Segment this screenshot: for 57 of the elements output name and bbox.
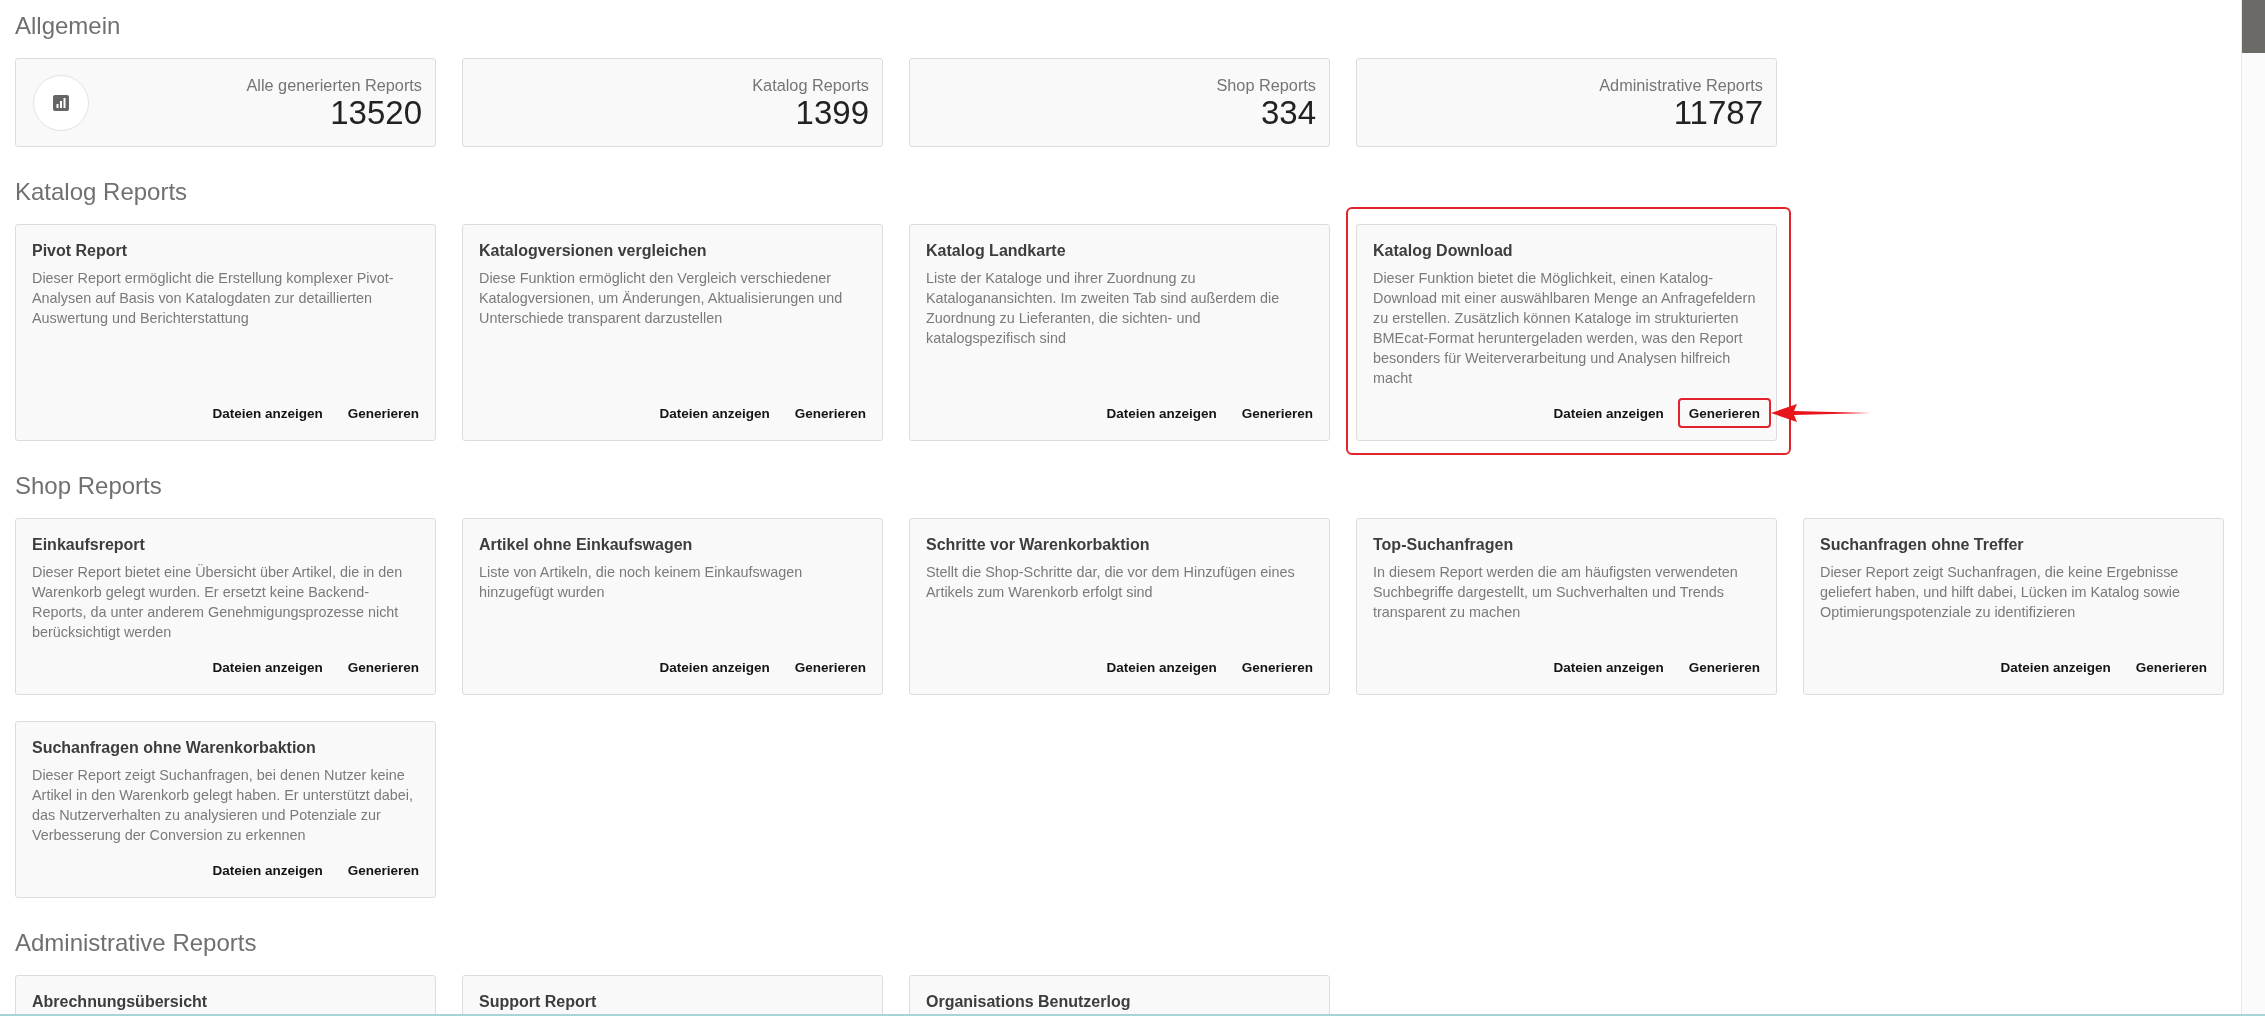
view-files-button[interactable]: Dateien anzeigen <box>1095 652 1228 682</box>
view-files-button[interactable]: Dateien anzeigen <box>201 398 334 428</box>
stat-value: 13520 <box>330 94 422 131</box>
card-description: Stellt die Shop-Schritte dar, die vor dem Hinzufügen eines Artikels zum Warenkorb erfolgt sind <box>926 563 1296 602</box>
view-files-button[interactable]: Dateien anzeigen <box>201 652 334 682</box>
view-files-button[interactable]: Dateien anzeigen <box>1542 398 1675 428</box>
card-description: Liste von Artikeln, die noch keinem Einkaufswagen hinzugefügt wurden <box>479 563 804 602</box>
stat-value: 11787 <box>1673 94 1763 131</box>
view-files-button[interactable]: Dateien anzeigen <box>1542 652 1675 682</box>
generate-button[interactable]: Generieren <box>1677 652 1771 682</box>
card-description: Liste der Kataloge und ihrer Zuordnung zu Kataloganansichten. Im zweiten Tab sind außerdem die Zuordnung zu Lieferanten, die sichten- und katalogspezifisch sind <box>926 269 1281 348</box>
scrollbar[interactable] <box>2241 0 2265 1014</box>
generate-button[interactable]: Generieren <box>1230 652 1324 682</box>
card-title: Pivot Report <box>32 242 129 260</box>
card-description: Diese Funktion ermöglicht den Vergleich verschiedener Katalogversionen, um Änderungen, Aktualisierungen und Unterschiede transparent darzustellen <box>479 269 844 328</box>
generate-button[interactable]: Generieren <box>1677 398 1771 428</box>
generate-button[interactable]: Generieren <box>336 855 430 885</box>
card-title: Suchanfragen ohne Warenkorbaktion <box>32 739 317 757</box>
view-files-button[interactable]: Dateien anzeigen <box>1989 652 2122 682</box>
card-description: Dieser Report zeigt Suchanfragen, bei denen Nutzer keine Artikel in den Warenkorb gelegt haben. Er unterstützt dabei, das Nutzerverhalten zu analysieren und Potenziale zur Verbesserung der Conversion zu erkennen <box>32 766 415 845</box>
stat-value: 1399 <box>795 94 869 131</box>
stat-label: Shop Reports <box>1216 74 1316 95</box>
stat-value: 334 <box>1260 94 1316 131</box>
card-title: Katalogversionen vergleichen <box>479 242 708 260</box>
view-files-button[interactable]: Dateien anzeigen <box>648 398 781 428</box>
card-title: Artikel ohne Einkaufswagen <box>479 536 694 554</box>
section-heading: Allgemein <box>15 11 122 41</box>
card-title: Einkaufsreport <box>32 536 146 554</box>
view-files-button[interactable]: Dateien anzeigen <box>1095 398 1228 428</box>
card-title: Suchanfragen ohne Treffer <box>1820 536 2025 554</box>
card-description: Dieser Report ermöglicht die Erstellung komplexer Pivot-Analysen auf Basis von Katalogdaten zur detaillierten Auswertung und Berichterstattung <box>32 269 395 328</box>
section-heading: Administrative Reports <box>15 928 258 958</box>
card-description: In diesem Report werden die am häufigsten verwendeten Suchbegriffe dargestellt, um Suchverhalten und Trends transparent zu machen <box>1373 563 1739 622</box>
card-title: Katalog Landkarte <box>926 242 1067 260</box>
card-title: Top-Suchanfragen <box>1373 536 1515 554</box>
section-heading: Shop Reports <box>15 471 163 501</box>
view-files-button[interactable]: Dateien anzeigen <box>648 652 781 682</box>
card-title: Organisations Benutzerlog <box>926 993 1132 1011</box>
generate-button[interactable]: Generieren <box>336 398 430 428</box>
generate-button[interactable]: Generieren <box>783 398 877 428</box>
card-title: Abrechnungsübersicht <box>32 993 209 1011</box>
generate-button[interactable]: Generieren <box>336 652 430 682</box>
generate-button[interactable]: Generieren <box>2124 652 2218 682</box>
card-description: Dieser Report bietet eine Übersicht über Artikel, die in den Warenkorb gelegt wurden. Er ersetzt keine Backend-Reports, da unter anderem Genehmigungsprozesse nicht berücksichtigt werden <box>32 563 404 642</box>
generate-button[interactable]: Generieren <box>783 652 877 682</box>
card-title: Support Report <box>479 993 598 1011</box>
card-description: Dieser Funktion bietet die Möglichkeit, einen Katalog-Download mit einer auswählbaren Menge an Anfragefeldern zu erstellen. Zusätzlich können Kataloge im strukturierten BMEcat-Format heruntergeladen werden, was den Report besonders für Weiterverarbeitung und Analysen hilfreich macht <box>1373 269 1757 388</box>
card-title: Schritte vor Warenkorbaktion <box>926 536 1151 554</box>
stat-label: Alle generierten Reports <box>246 74 422 95</box>
stat-label: Katalog Reports <box>752 74 869 95</box>
section-heading: Katalog Reports <box>15 177 189 207</box>
scrollbar-thumb[interactable] <box>2242 0 2265 53</box>
card-title: Katalog Download <box>1373 242 1514 260</box>
stat-label: Administrative Reports <box>1599 74 1763 95</box>
card-description: Dieser Report zeigt Suchanfragen, die keine Ergebnisse geliefert haben, und hilft dabei, Lücken im Katalog sowie Optimierungspotenziale zu identifizieren <box>1820 563 2181 622</box>
view-files-button[interactable]: Dateien anzeigen <box>201 855 334 885</box>
generate-button[interactable]: Generieren <box>1230 398 1324 428</box>
